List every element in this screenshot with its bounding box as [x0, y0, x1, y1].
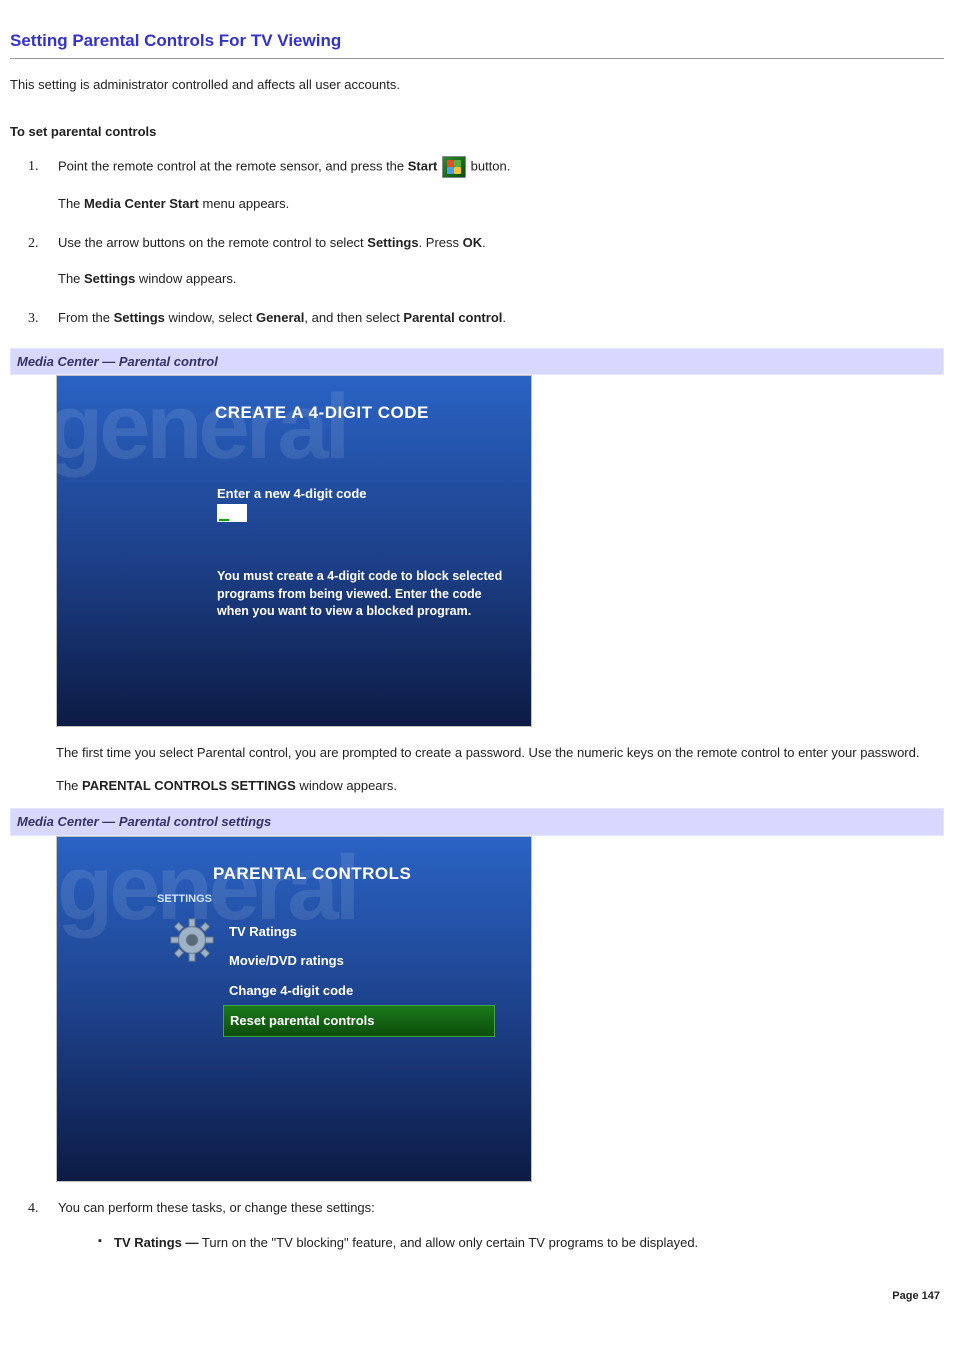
list-item: TV Ratings — Turn on the "TV blocking" f…	[98, 1233, 944, 1253]
step-number: 3.	[28, 308, 39, 329]
step-2: 2. Use the arrow buttons on the remote c…	[40, 233, 944, 288]
settings-crumb: SETTINGS	[157, 891, 212, 908]
step-text: .	[482, 235, 486, 250]
step-number: 2.	[28, 233, 39, 254]
bold-text: OK	[463, 235, 483, 250]
figure-caption: Media Center — Parental control settings	[10, 808, 944, 836]
bold-start: Start	[408, 158, 438, 173]
step-text: , and then select	[304, 310, 403, 325]
parental-controls-menu: TV Ratings Movie/DVD ratings Change 4-di…	[223, 917, 495, 1037]
section-title: Setting Parental Controls For TV Viewing	[10, 28, 944, 59]
body-text: Turn on the "TV blocking" feature, and a…	[199, 1235, 699, 1250]
step-text: The	[58, 196, 84, 211]
step-number: 1.	[28, 156, 39, 177]
step-text: window appears.	[135, 271, 236, 286]
step-text: The	[58, 271, 84, 286]
intro-text: This setting is administrator controlled…	[10, 75, 944, 95]
procedure-heading: To set parental controls	[10, 122, 944, 142]
bold-text: General	[256, 310, 304, 325]
body-text: The	[56, 778, 82, 793]
step-3: 3. From the Settings window, select Gene…	[40, 308, 944, 328]
bold-text: Settings	[84, 271, 135, 286]
step-text: menu appears.	[199, 196, 289, 211]
step-text: window, select	[165, 310, 256, 325]
bold-text: Settings	[114, 310, 165, 325]
screen-header: PARENTAL CONTROLS	[213, 861, 411, 887]
step-text: .	[502, 310, 506, 325]
menu-item-tv-ratings: TV Ratings	[223, 917, 495, 947]
step-text: . Press	[419, 235, 463, 250]
step-1: 1. Point the remote control at the remot…	[40, 156, 944, 214]
screen-description: You must create a 4-digit code to block …	[217, 568, 511, 621]
step-text: From the	[58, 310, 114, 325]
step-text: button.	[467, 158, 510, 173]
step-text: Point the remote control at the remote s…	[58, 158, 408, 173]
screen-header: CREATE A 4-DIGIT CODE	[215, 400, 429, 426]
step-4: 4. You can perform these tasks, or chang…	[40, 1198, 944, 1253]
step-number: 4.	[28, 1198, 39, 1219]
screen-prompt: Enter a new 4-digit code	[217, 484, 367, 504]
bold-text: Settings	[367, 235, 418, 250]
menu-item-reset-parental-controls: Reset parental controls	[223, 1005, 495, 1037]
figure-caption: Media Center — Parental control	[10, 348, 944, 376]
bold-text: Parental control	[403, 310, 502, 325]
menu-item-change-code: Change 4-digit code	[223, 976, 495, 1006]
code-input-box	[217, 504, 247, 522]
page-number: Page 147	[892, 1288, 940, 1305]
windows-start-icon	[442, 156, 466, 178]
media-center-create-code-screenshot: general CREATE A 4-DIGIT CODE Enter a ne…	[56, 375, 532, 727]
gear-icon	[169, 917, 215, 963]
background-watermark-text: general	[56, 375, 346, 496]
bold-text: Media Center Start	[84, 196, 199, 211]
step-text: Use the arrow buttons on the remote cont…	[58, 235, 367, 250]
menu-item-movie-dvd-ratings: Movie/DVD ratings	[223, 946, 495, 976]
bold-text: PARENTAL CONTROLS SETTINGS	[82, 778, 296, 793]
bold-text: TV Ratings —	[114, 1235, 199, 1250]
media-center-parental-controls-screenshot: general SETTINGS PARENTAL CONTROLS TV Ra…	[56, 836, 532, 1182]
body-text: window appears.	[296, 778, 397, 793]
step-text: You can perform these tasks, or change t…	[58, 1198, 944, 1218]
body-text: The first time you select Parental contr…	[56, 743, 944, 763]
